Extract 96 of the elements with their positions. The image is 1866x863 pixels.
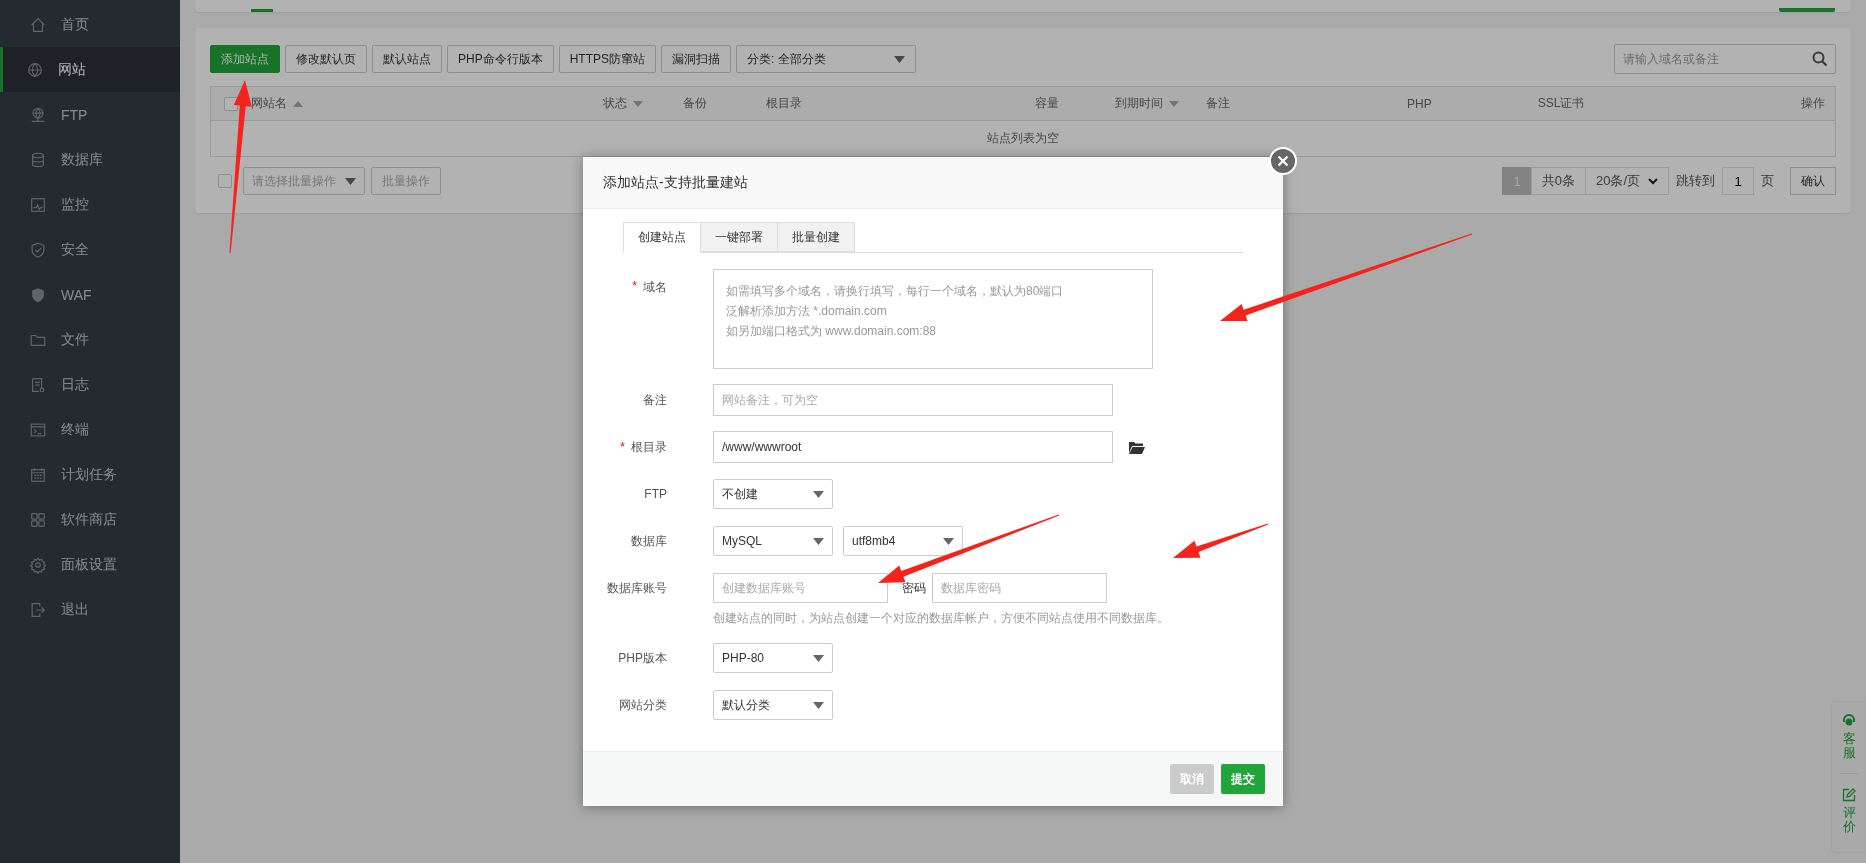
input-field[interactable]: 网站备注，可为空	[713, 384, 1113, 416]
shield-icon	[29, 285, 47, 304]
column-header: 备注	[1205, 95, 1230, 112]
sidebar-item[interactable]: 终端	[0, 407, 180, 452]
sidebar-item[interactable]: 面板设置	[0, 542, 180, 587]
hint-text: 创建站点的同时，为站点创建一个对应的数据库帐户，方便不同站点使用不同数据库。	[713, 610, 1170, 627]
button-edge[interactable]	[1779, 8, 1835, 12]
calendar-icon	[29, 465, 47, 484]
database-icon	[29, 150, 47, 169]
sidebar-item[interactable]: 首页	[0, 2, 180, 47]
toolbar-button[interactable]: 修改默认页	[285, 45, 367, 73]
checkbox[interactable]	[223, 96, 238, 111]
tab[interactable]: 一键部署	[700, 222, 778, 252]
column-header: PHP	[1407, 96, 1432, 111]
page-number-field[interactable]: 1	[1722, 167, 1754, 195]
caret-icon	[813, 490, 824, 498]
sidebar-item[interactable]: 数据库	[0, 137, 180, 182]
category-dropdown[interactable]: 分类: 全部分类	[736, 45, 917, 73]
submit-button[interactable]: 提交	[1221, 764, 1265, 794]
field-label: 密码	[902, 579, 926, 597]
field-label: 网站分类	[619, 696, 667, 714]
dropdown[interactable]: utf8mb4	[843, 526, 963, 556]
empty-message: 站点列表为空	[987, 131, 1059, 145]
float-button[interactable]: 评价	[1840, 772, 1858, 835]
folder-icon[interactable]	[1129, 440, 1145, 454]
column-header[interactable]: 状态	[602, 95, 627, 112]
page-size-dropdown[interactable]: 20条/页	[1584, 167, 1669, 195]
sidebar-item[interactable]: 监控	[0, 182, 180, 227]
sidebar-item[interactable]: 网站	[0, 47, 180, 92]
grid-icon	[29, 510, 47, 529]
headset-icon	[1842, 714, 1856, 728]
dropdown[interactable]: PHP-80	[713, 643, 833, 673]
document-icon	[29, 375, 47, 394]
field-label: 数据库	[631, 532, 667, 550]
sidebar-item[interactable]: 安全	[0, 227, 180, 272]
home-icon	[29, 15, 47, 34]
caret-icon	[894, 55, 906, 63]
domain-field[interactable]: 如需填写多个域名，请换行填写，每行一个域名，默认为80端口 泛解析添加方法 *.domain.com 如另加端口格式为 www.domain.com:88	[713, 269, 1153, 369]
search-icon	[1812, 51, 1828, 67]
sidebar-item[interactable]: 退出	[0, 587, 180, 632]
toolbar-button[interactable]: 添加站点	[210, 45, 280, 73]
sidebar-item[interactable]: 软件商店	[0, 497, 180, 542]
toolbar-button[interactable]: HTTPS防窜站	[558, 45, 657, 73]
column-header: SSL证书	[1537, 95, 1585, 112]
sidebar-item[interactable]: 文件	[0, 317, 180, 362]
sidebar-item[interactable]: FTP	[0, 92, 180, 137]
dialog-title: 添加站点-支持批量建站	[603, 173, 748, 192]
close-icon	[1277, 155, 1289, 167]
total-count: 共0条	[1530, 167, 1586, 195]
caret-icon	[813, 537, 824, 545]
network-globe-icon	[29, 105, 47, 124]
field-label: 根目录	[631, 438, 667, 456]
sidebar-item[interactable]: 日志	[0, 362, 180, 407]
confirm-button[interactable]: 确认	[1790, 167, 1836, 195]
caret-icon	[345, 177, 356, 185]
column-header: 操作	[1801, 95, 1825, 112]
tab[interactable]: 创建站点	[623, 222, 701, 253]
caret-icon	[813, 701, 824, 709]
chevron-down-icon	[1648, 177, 1658, 185]
toolbar-button[interactable]: 漏洞扫描	[661, 45, 732, 73]
shield-icon	[29, 240, 47, 259]
dropdown[interactable]: 默认分类	[713, 690, 833, 720]
monitor-chart-icon	[29, 195, 47, 214]
sidebar-item[interactable]: 计划任务	[0, 452, 180, 497]
dropdown[interactable]: 不创建	[713, 479, 833, 509]
float-button[interactable]: 客服	[1842, 714, 1856, 761]
tab-indicator	[251, 9, 273, 12]
required-mark: *	[620, 440, 625, 454]
column-header[interactable]: 网站名	[250, 95, 287, 112]
tab[interactable]: 批量创建	[777, 222, 855, 252]
toolbar-button[interactable]: PHP命令行版本	[447, 45, 554, 73]
caret-icon	[813, 654, 824, 662]
globe-icon	[26, 60, 44, 79]
toolbar-button[interactable]: 默认站点	[372, 45, 442, 73]
path-field[interactable]: /www/wwwroot	[713, 431, 1113, 463]
field-label: PHP版本	[618, 649, 667, 667]
column-header: 容量	[1035, 95, 1060, 112]
page-unit: 页	[1760, 172, 1775, 190]
field-label: 域名	[643, 279, 667, 296]
jump-label: 跳转到	[1675, 172, 1716, 190]
input-field[interactable]: 创建数据库账号	[713, 573, 888, 603]
settings-icon	[29, 555, 47, 574]
checkbox[interactable]	[218, 174, 232, 188]
field-label: 备注	[643, 391, 667, 409]
required-mark: *	[632, 279, 637, 293]
dropdown[interactable]: MySQL	[713, 526, 833, 556]
logout-icon	[29, 600, 47, 619]
field-label: FTP	[644, 487, 667, 501]
column-header: 根目录	[765, 95, 802, 112]
input-field[interactable]: 数据库密码	[932, 573, 1107, 603]
caret-icon	[943, 537, 954, 545]
field-label: 数据库账号	[607, 579, 667, 597]
column-header: 备份	[683, 95, 708, 112]
sidebar-item[interactable]: WAF	[0, 272, 180, 317]
edit-icon	[1842, 787, 1856, 802]
search-field[interactable]: 请输入域名或备注	[1614, 44, 1836, 74]
